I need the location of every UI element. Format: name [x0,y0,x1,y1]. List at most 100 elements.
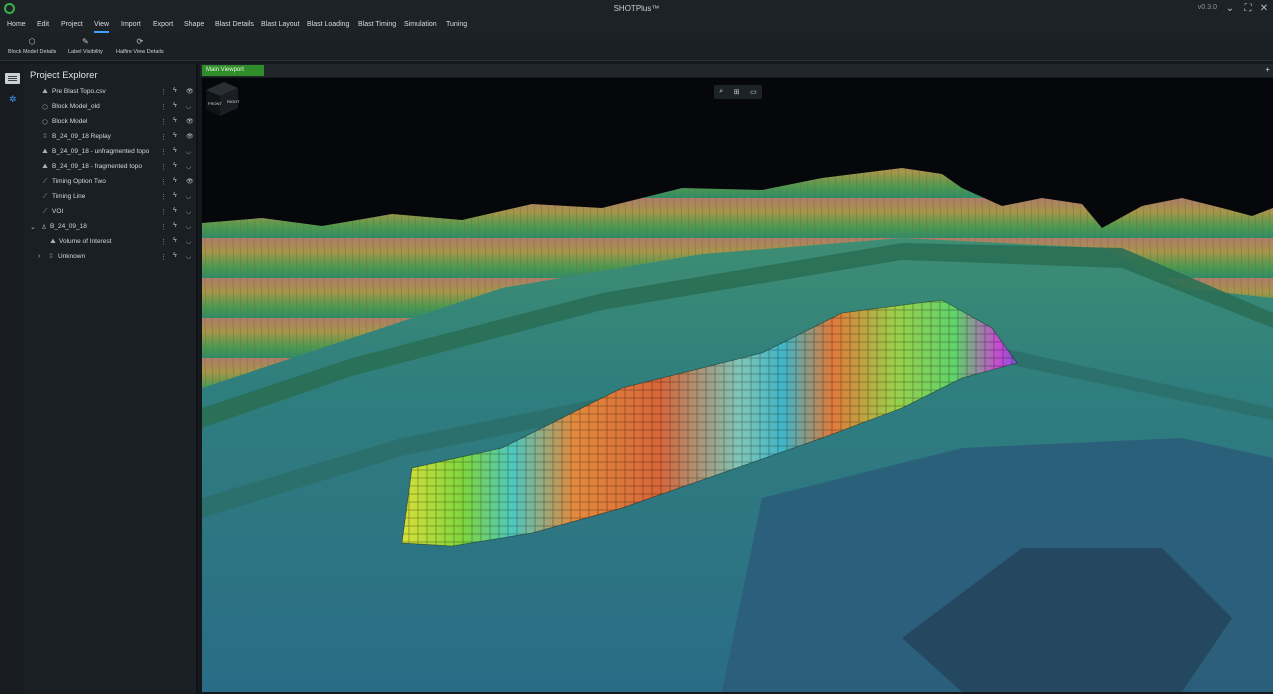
bolt-off-icon[interactable]: ϟ [173,102,177,109]
view-cube[interactable]: FRONT RIGHT [202,78,240,118]
more-icon[interactable]: ⋮ [160,193,167,201]
eye-closed-icon[interactable]: ◡ [186,163,191,170]
menu-import[interactable]: Import [121,21,141,28]
topo-icon: ⛰ [42,88,48,95]
bolt-icon[interactable]: ϟ [173,222,177,229]
eye-closed-icon[interactable]: ◡ [186,238,191,245]
eye-closed-icon[interactable]: ◡ [186,223,191,230]
tree-item-label: VOI [52,208,64,215]
activity-bar: ✲ [0,64,24,694]
more-icon[interactable]: ⋮ [160,163,167,171]
bolt-icon[interactable]: ϟ [173,207,177,214]
menu-tuning[interactable]: Tuning [446,21,467,28]
more-icon[interactable]: ⋮ [160,88,167,96]
eye-closed-icon[interactable]: ◡ [186,253,191,260]
tree-item-label: Volume of Interest [59,238,112,245]
blast-icon: ♙ [41,224,47,231]
cube-front-label: FRONT [208,101,222,106]
fit-view-icon[interactable]: ⊞ [734,88,740,96]
tree-item[interactable]: ⌄ ♙ B_24_09_18 ⋮ ϟ ◡ [24,220,196,235]
more-icon[interactable]: ⋮ [160,178,167,186]
eye-icon[interactable]: 👁 [186,133,194,140]
restore-button[interactable]: ⛶ [1241,2,1255,15]
network-icon[interactable]: ✲ [9,94,17,105]
menu-home[interactable]: Home [7,21,26,28]
bolt-icon[interactable]: ϟ [173,237,177,244]
tree-item-label: Pre Blast Topo.csv [52,88,106,95]
bolt-icon[interactable]: ϟ [173,87,177,94]
tree-item[interactable]: ⬡ Block Model ⋮ ϟ 👁 [24,115,196,130]
camera-icon[interactable]: ▭ [750,88,757,96]
halfire-view-details-button[interactable]: ⟳ Halfire View Details [116,37,164,55]
close-button[interactable]: ✕ [1257,2,1271,15]
tree-item[interactable]: ⬡ Block Model_old ⋮ ϟ ◡ [24,100,196,115]
eye-closed-icon[interactable]: ◡ [186,148,191,155]
tree-item[interactable]: ⟋ Timing Line ⋮ ϟ ◡ [24,190,196,205]
bolt-icon[interactable]: ϟ [173,192,177,199]
label-visibility-label: Label Visibility [68,49,103,55]
menu-blast-layout[interactable]: Blast Layout [261,21,300,28]
menu-export[interactable]: Export [153,21,173,28]
eye-icon[interactable]: 👁 [186,178,194,185]
eye-closed-icon[interactable]: ◡ [186,208,191,215]
tree-item[interactable]: › ⁞⁞ Unknown ⋮ ϟ ◡ [24,250,196,265]
timing-icon: ⟋ [42,193,48,200]
ribbon-toolbar: ⬡ Block Model Details ✎ Label Visibility… [0,33,1273,61]
block-model-details-label: Block Model Details [8,49,57,55]
tree-item[interactable]: ⁞⁞ B_24_09_18 Replay ⋮ ϟ 👁 [24,130,196,145]
menu-blast-details[interactable]: Blast Details [215,21,254,28]
bolt-icon[interactable]: ϟ [173,147,177,154]
tree-item[interactable]: ⟋ Timing Option Two ⋮ ϟ 👁 [24,175,196,190]
menu-blast-loading[interactable]: Blast Loading [307,21,349,28]
tree-item[interactable]: ⛰ Volume of Interest ⋮ ϟ ◡ [24,235,196,250]
menu-shape[interactable]: Shape [184,21,204,28]
eye-icon[interactable]: 👁 [186,118,194,125]
eye-closed-icon[interactable]: ◡ [186,103,191,110]
menu-bar: Home Edit Project View Import Export Sha… [0,17,1273,33]
bolt-icon[interactable]: ϟ [173,177,177,184]
minimize-button[interactable]: ⌄ [1223,2,1237,15]
bolt-icon[interactable]: ϟ [173,117,177,124]
tree-item-label: B_24_09_18 - unfragmented topo [52,148,150,155]
main-viewport[interactable]: ⌕ ⊞ ▭ FRONT RIGHT [202,78,1273,692]
more-icon[interactable]: ⋮ [160,208,167,216]
add-viewport-icon[interactable]: + [1265,65,1270,74]
more-icon[interactable]: ⋮ [160,118,167,126]
eye-icon[interactable]: 👁 [186,88,194,95]
more-icon[interactable]: ⋮ [160,103,167,111]
chevron-right-icon[interactable]: › [38,253,40,260]
menu-simulation[interactable]: Simulation [404,21,437,28]
topo-icon: ⛰ [42,148,48,155]
menu-edit[interactable]: Edit [37,21,49,28]
more-icon[interactable]: ⋮ [160,253,167,261]
menu-view[interactable]: View [94,21,110,33]
more-icon[interactable]: ⋮ [160,238,167,246]
menu-blast-timing[interactable]: Blast Timing [358,21,396,28]
bolt-off-icon[interactable]: ϟ [173,132,177,139]
label-visibility-button[interactable]: ✎ Label Visibility [68,37,103,55]
bolt-icon[interactable]: ϟ [173,252,177,259]
more-icon[interactable]: ⋮ [160,133,167,141]
tree-item[interactable]: ⟋ VOI ⋮ ϟ ◡ [24,205,196,220]
zoom-icon[interactable]: ⌕ [719,88,723,96]
tree-item-label: Timing Line [52,193,86,200]
grid-icon: ⁞⁞ [49,253,53,260]
viewport-tab-bar: Main Viewport + [200,64,1273,77]
eye-closed-icon[interactable]: ◡ [186,193,191,200]
block-model-details-button[interactable]: ⬡ Block Model Details [8,37,56,55]
halfire-view-icon: ⟳ [136,37,144,46]
tree-item[interactable]: ⛰ B_24_09_18 - unfragmented topo ⋮ ϟ ◡ [24,145,196,160]
tree-item[interactable]: ⛰ B_24_09_18 - fragmented topo ⋮ ϟ ◡ [24,160,196,175]
tree-item[interactable]: ⛰ Pre Blast Topo.csv ⋮ ϟ 👁 [24,85,196,100]
tab-main-viewport[interactable]: Main Viewport [202,65,264,76]
app-title: SHOTPlus™ [613,4,660,13]
bolt-off-icon[interactable]: ϟ [173,162,177,169]
terrain-render [202,168,1273,692]
topo-icon: ⛰ [50,238,56,245]
chevron-down-icon[interactable]: ⌄ [30,223,36,231]
more-icon[interactable]: ⋮ [160,223,167,231]
more-icon[interactable]: ⋮ [160,148,167,156]
cube-right-label: RIGHT [227,99,240,104]
project-explorer-toggle-icon[interactable] [5,73,20,84]
menu-project[interactable]: Project [61,21,83,28]
